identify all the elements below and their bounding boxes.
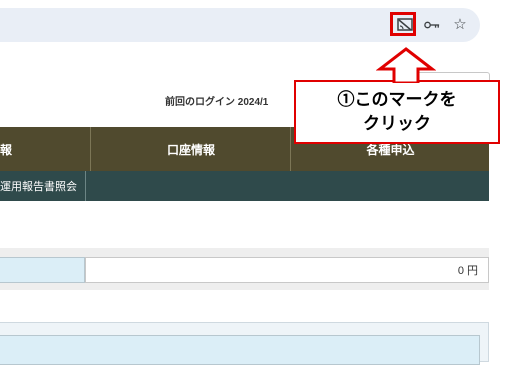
instruction-callout: ①このマークを クリック [294,80,500,144]
nav-tab-info[interactable]: 報 [0,127,90,171]
cast-icon-highlight [390,12,416,36]
sub-nav-report-inquiry[interactable]: 運用報告書照会 [0,171,86,201]
info-panel [0,322,489,365]
balance-label-cell [0,257,85,283]
callout-line-2: クリック [363,114,431,134]
last-login-text: 前回のログイン 2024/1 [165,97,269,108]
balance-value: 0 円 [85,257,489,283]
star-icon[interactable]: ☆ [452,16,468,32]
sub-navigation: 運用報告書照会 [0,171,489,201]
callout-arrow [376,47,436,83]
key-icon[interactable] [424,17,440,33]
nav-tab-account-info[interactable]: 口座情報 [90,127,291,171]
callout-line-1: ①このマークを [337,90,457,110]
info-panel-inner [0,335,480,365]
